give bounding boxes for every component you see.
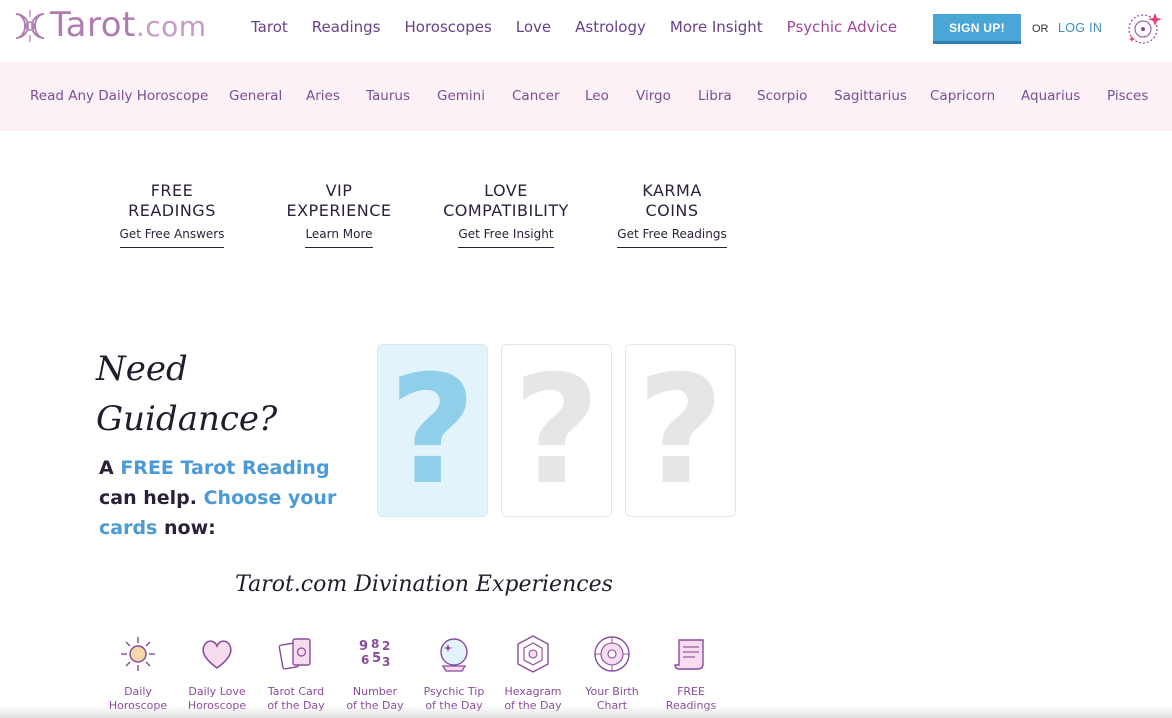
horo-read-any[interactable]: Read Any Daily Horoscope [30,88,208,104]
feature-link[interactable]: Get Free Insight [458,227,554,248]
div-hexagram-of-day[interactable]: Hexagram of the Day [495,634,571,713]
horo-virgo[interactable]: Virgo [636,88,671,104]
div-label: FREE [677,685,705,698]
nav-readings[interactable]: Readings [312,18,381,36]
div-tarot-card-of-day[interactable]: Tarot Card of the Day [258,634,334,713]
login-link[interactable]: LOG IN [1058,21,1102,35]
horo-gemini[interactable]: Gemini [437,88,485,104]
div-label: Number [352,685,398,698]
free-reading-link[interactable]: FREE Tarot Reading [120,457,329,479]
guidance-line1: Need [96,349,188,389]
div-birth-chart[interactable]: Your Birth Chart [574,634,650,713]
crystal-ball-icon [440,638,468,672]
question-mark: ? [512,343,600,518]
div-label: Daily [124,685,152,698]
nav-horoscopes[interactable]: Horoscopes [404,18,491,36]
or-label: OR [1032,23,1049,35]
main-nav: Tarot Readings Horoscopes Love Astrology… [251,18,921,36]
horo-aquarius[interactable]: Aquarius [1021,88,1080,104]
logo-suffix: .com [135,10,207,43]
guidance-heading: Need Guidance? [96,344,277,444]
svg-text:6: 6 [361,653,369,667]
tarot-card-1[interactable]: ? [377,344,488,517]
feature-love-compatibility: LOVE COMPATIBILITY Get Free Insight [431,181,581,248]
feature-free-readings: FREE READINGS Get Free Answers [97,181,247,248]
horo-sagittarius[interactable]: Sagittarius [834,88,907,104]
svg-text:2: 2 [382,639,390,653]
site-header: Tarot.com Tarot Readings Horoscopes Love… [0,0,1172,62]
svg-text:8: 8 [371,637,379,651]
horo-leo[interactable]: Leo [585,88,609,104]
site-logo[interactable]: Tarot.com [10,6,207,46]
horo-taurus[interactable]: Taurus [366,88,410,104]
feature-link[interactable]: Get Free Readings [617,227,727,248]
div-free-readings[interactable]: FREE Readings [653,634,729,713]
div-label: Hexagram [504,685,562,698]
sun-icon [121,637,155,671]
feature-title: FREE [150,181,194,200]
div-psychic-tip-of-day[interactable]: Psychic Tip of the Day [416,634,492,713]
tarot-cards-icon [278,638,311,670]
guidance-t1: A [99,457,121,479]
feature-title: VIP [325,181,353,200]
tarot-card-2[interactable]: ? [501,344,612,517]
tarot-card-3[interactable]: ? [625,344,736,517]
div-label: Psychic Tip [423,685,485,698]
horo-libra[interactable]: Libra [698,88,732,104]
feature-title: COMPATIBILITY [443,201,569,220]
guidance-line2: Guidance? [96,399,278,439]
question-mark: ? [636,343,724,518]
svg-text:9: 9 [359,639,368,654]
question-mark: ? [388,343,476,518]
horo-scorpio[interactable]: Scorpio [757,88,807,104]
astrology-wheel-icon[interactable] [1126,10,1162,46]
divination-title: Tarot.com Divination Experiences [235,572,613,597]
nav-tarot[interactable]: Tarot [251,18,288,36]
feature-link[interactable]: Learn More [305,227,373,248]
svg-text:3: 3 [382,655,390,669]
guidance-t3: can help. [99,487,204,509]
hexagram-icon [517,635,549,673]
horo-capricorn[interactable]: Capricorn [930,88,995,104]
horoscope-bar: Read Any Daily Horoscope General Aries T… [0,62,1172,131]
div-label: Tarot Card [267,685,325,698]
feature-title: KARMA [642,181,702,200]
nav-astrology[interactable]: Astrology [575,18,646,36]
div-daily-horoscope[interactable]: Daily Horoscope [100,634,176,713]
logo-text: Tarot [50,5,136,45]
signup-button[interactable]: SIGN UP! [933,14,1021,44]
feature-vip-experience: VIP EXPERIENCE Learn More [264,181,414,248]
nav-psychic-advice[interactable]: Psychic Advice [787,18,897,36]
feature-title: EXPERIENCE [286,201,392,220]
nav-love[interactable]: Love [516,18,551,36]
div-daily-love-horoscope[interactable]: Daily Love Horoscope [179,634,255,713]
horo-pisces[interactable]: Pisces [1107,88,1148,104]
div-label: Daily Love [188,685,246,698]
feature-karma-coins: KARMA COINS Get Free Readings [597,181,747,248]
nav-more-insight[interactable]: More Insight [670,18,763,36]
birth-chart-icon [594,636,630,672]
div-number-of-day[interactable]: 9 8 2 6 5 3 Number of the Day [337,634,413,713]
feature-title: COINS [645,201,699,220]
feature-title: LOVE [484,181,528,200]
scroll-icon [674,639,704,670]
feature-link[interactable]: Get Free Answers [119,227,225,248]
guidance-text: A FREE Tarot Reading can help. Choose yo… [99,453,349,543]
feature-title: READINGS [128,201,216,220]
horo-aries[interactable]: Aries [306,88,340,104]
numbers-icon: 9 8 2 6 5 3 [359,637,390,669]
div-label: Your Birth [585,685,639,698]
heart-icon [202,640,232,669]
horo-general[interactable]: General [229,88,282,104]
horo-cancer[interactable]: Cancer [512,88,560,104]
guidance-t5: now: [157,517,216,539]
moon-logo-icon [15,10,45,42]
bottom-shadow [0,706,1172,718]
svg-text:5: 5 [372,651,381,666]
